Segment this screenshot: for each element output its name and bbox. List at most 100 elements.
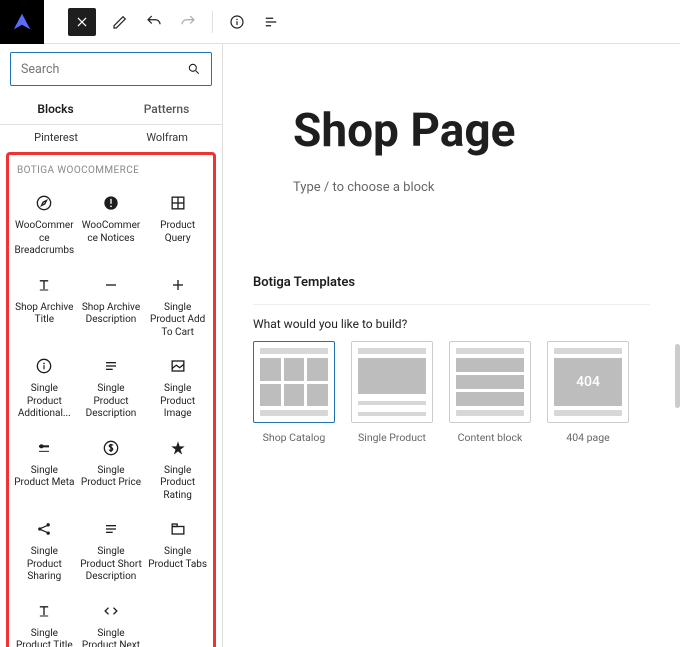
circle-i-icon <box>33 355 55 377</box>
toolbar-divider <box>212 11 213 33</box>
edit-button[interactable] <box>110 12 130 32</box>
template-label: Content block <box>458 431 523 444</box>
star-icon <box>167 437 189 459</box>
compass-icon <box>33 192 55 214</box>
plus-icon <box>167 274 189 296</box>
search-icon <box>187 62 201 76</box>
templates-row: Shop Catalog Single Product Content block 4… <box>253 341 650 444</box>
block-item[interactable]: Single Product Sharing <box>11 508 78 590</box>
image-icon <box>167 355 189 377</box>
prev-cat-item[interactable]: Wolfram <box>146 131 188 144</box>
pencil-icon <box>111 13 129 31</box>
block-item[interactable]: Single Product Description <box>78 345 145 427</box>
block-label: Product Query <box>147 220 209 245</box>
template-card-content[interactable]: Content block <box>449 341 531 444</box>
block-item[interactable]: Shop Archive Description <box>78 264 145 346</box>
block-label: Single Product Sharing <box>13 546 75 584</box>
app-logo[interactable] <box>0 0 44 44</box>
block-item[interactable]: Single Product Add To Cart <box>144 264 211 346</box>
list-icon <box>262 13 280 31</box>
template-card-single[interactable]: Single Product <box>351 341 433 444</box>
templates-heading: Botiga Templates <box>253 275 650 305</box>
prev-category-row: Pinterest Wolfram <box>0 125 222 148</box>
tabs-icon <box>167 518 189 540</box>
block-item[interactable]: Single Product Image <box>144 345 211 427</box>
template-label: Shop Catalog <box>263 431 326 444</box>
template-card-catalog[interactable]: Shop Catalog <box>253 341 335 444</box>
search-field-wrapper[interactable] <box>10 52 212 86</box>
block-inserter-sidebar: Blocks Patterns Pinterest Wolfram BOTIGA… <box>0 44 223 647</box>
block-placeholder[interactable]: Type / to choose a block <box>293 180 650 195</box>
close-inserter-button[interactable] <box>68 8 96 36</box>
block-label: Shop Archive Description <box>80 302 142 327</box>
top-toolbar <box>0 0 680 44</box>
inserter-tabs: Blocks Patterns <box>0 94 222 125</box>
block-label: Single Product Title <box>13 628 75 647</box>
block-item[interactable]: Single Product Price <box>78 427 145 509</box>
block-label: Shop Archive Title <box>13 302 75 327</box>
block-label: Single Product Meta <box>13 465 75 490</box>
paper-plane-icon <box>11 11 33 33</box>
page-title[interactable]: Shop Page <box>293 104 650 158</box>
block-label: Single Product Tabs <box>147 546 209 571</box>
block-item[interactable]: WooCommerce Notices <box>78 182 145 264</box>
scrollbar-thumb[interactable] <box>675 344 680 408</box>
prev-cat-item[interactable]: Pinterest <box>34 131 78 144</box>
block-label: Single Product Short Description <box>80 546 142 584</box>
tab-patterns[interactable]: Patterns <box>111 94 222 124</box>
block-label: Single Product Rating <box>147 465 209 503</box>
template-label: 404 page <box>566 431 609 444</box>
lines-icon <box>100 355 122 377</box>
template-thumb: 404 <box>547 341 629 423</box>
tab-blocks[interactable]: Blocks <box>0 94 111 124</box>
block-item[interactable]: Single Product Additional... <box>11 345 78 427</box>
undo-button[interactable] <box>144 12 164 32</box>
blocks-grid: WooCommerce BreadcrumbsWooCommerce Notic… <box>11 182 211 647</box>
template-card-404[interactable]: 404 404 page <box>547 341 629 444</box>
block-item[interactable]: Single Product Rating <box>144 427 211 509</box>
dollar-icon <box>100 437 122 459</box>
title-t-icon <box>33 274 55 296</box>
block-item[interactable]: Single Product Short Description <box>78 508 145 590</box>
redo-button[interactable] <box>178 12 198 32</box>
alert-icon <box>100 192 122 214</box>
close-icon <box>75 15 89 29</box>
template-thumb <box>449 341 531 423</box>
lines-icon <box>100 518 122 540</box>
grid-icon <box>167 192 189 214</box>
block-label: Single Product Additional... <box>13 383 75 421</box>
block-item[interactable]: Product Query <box>144 182 211 264</box>
undo-icon <box>145 13 163 31</box>
share-icon <box>33 518 55 540</box>
template-thumb <box>253 341 335 423</box>
redo-icon <box>179 13 197 31</box>
info-button[interactable] <box>227 12 247 32</box>
minus-icon <box>100 274 122 296</box>
block-label: Single Product Image <box>147 383 209 421</box>
block-item[interactable]: WooCommerce Breadcrumbs <box>11 182 78 264</box>
document-outline-button[interactable] <box>261 12 281 32</box>
block-label: Single Product Description <box>80 383 142 421</box>
block-item[interactable]: Single Product Meta <box>11 427 78 509</box>
title-t-icon <box>33 600 55 622</box>
template-label: Single Product <box>358 431 426 444</box>
block-item[interactable]: Single Product Tabs <box>144 508 211 590</box>
meta-icon <box>33 437 55 459</box>
search-input[interactable] <box>21 62 187 77</box>
templates-question: What would you like to build? <box>253 317 650 331</box>
category-title: BOTIGA WOOCOMMERCE <box>11 161 211 182</box>
block-label: Single Product Next & Prev... <box>80 628 142 647</box>
block-label: Single Product Add To Cart <box>147 302 209 340</box>
info-icon <box>228 13 246 31</box>
category-highlight: BOTIGA WOOCOMMERCE WooCommerce Breadcrum… <box>6 152 216 647</box>
block-item[interactable]: Single Product Next & Prev... <box>78 590 145 647</box>
block-item[interactable]: Single Product Title <box>11 590 78 647</box>
block-label: WooCommerce Breadcrumbs <box>13 220 75 258</box>
block-label: WooCommerce Notices <box>80 220 142 245</box>
template-thumb <box>351 341 433 423</box>
editor-canvas: Shop Page Type / to choose a block Botig… <box>223 44 680 647</box>
block-item[interactable]: Shop Archive Title <box>11 264 78 346</box>
code-icon <box>100 600 122 622</box>
templates-panel: Botiga Templates What would you like to … <box>253 275 650 444</box>
block-label: Single Product Price <box>80 465 142 490</box>
